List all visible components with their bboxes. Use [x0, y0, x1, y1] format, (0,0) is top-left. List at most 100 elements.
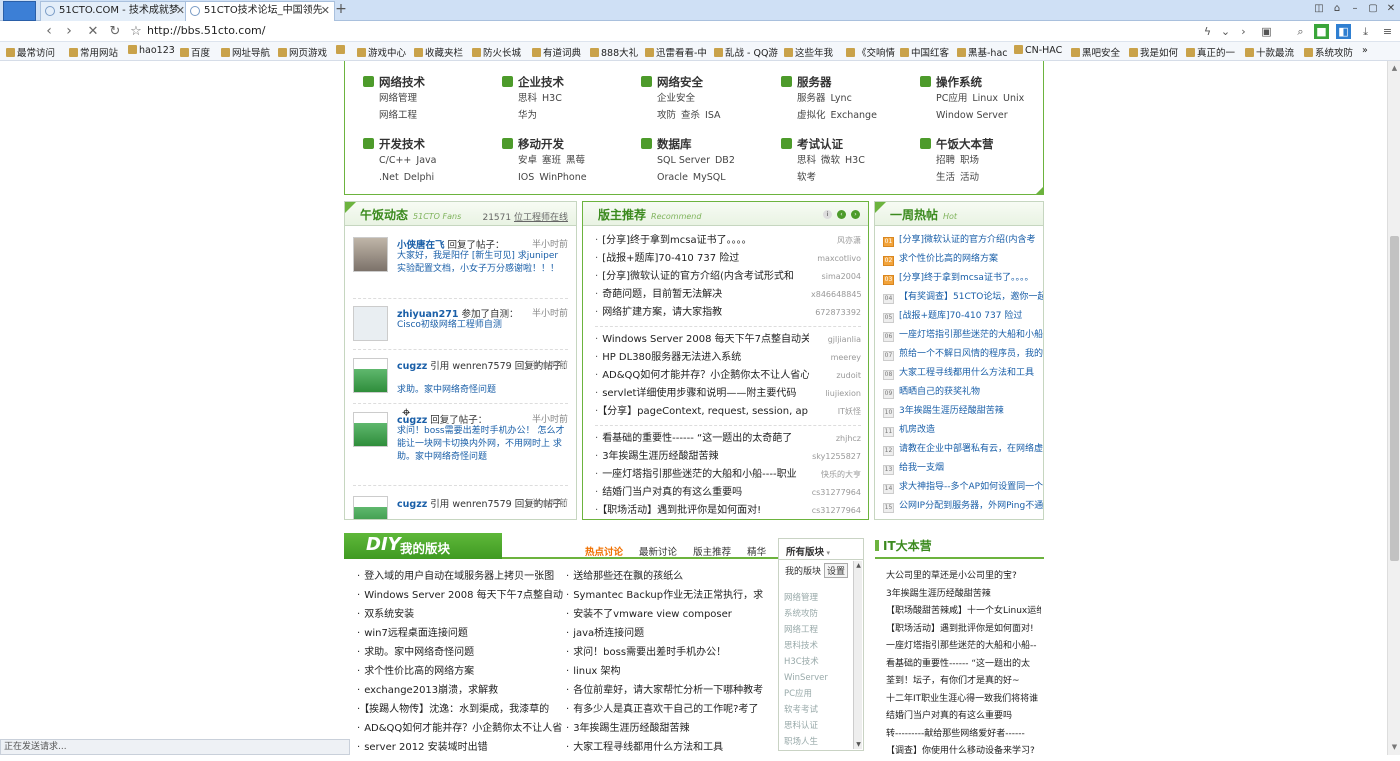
all-boards-dropdown[interactable]: 所有版块 ▾	[778, 538, 864, 559]
bookmark-item[interactable]: 网址导航	[221, 45, 270, 59]
flash-icon[interactable]: ϟ	[1200, 24, 1215, 39]
avatar[interactable]	[353, 496, 388, 519]
list-item[interactable]: 大家工程寻线都用什么方法和工具	[566, 738, 776, 757]
list-item[interactable]: 十二年IT职业生涯心得一致我们将将谁	[886, 691, 1041, 709]
board-item[interactable]: 思科认证	[784, 718, 846, 734]
tab-essence[interactable]: 精华	[747, 547, 766, 558]
list-item[interactable]: 送给那些还在飘的孩纸么	[566, 567, 776, 586]
scroll-down-icon[interactable]: ▼	[854, 740, 863, 749]
download-icon[interactable]: ⤓	[1358, 24, 1373, 39]
list-item[interactable]: 09 晒晒自己的获奖礼物	[883, 383, 1043, 402]
list-item[interactable]: 13 给我一支烟	[883, 459, 1043, 478]
bookmark-item[interactable]: 游戏中心	[357, 45, 406, 59]
list-item[interactable]: 01 [分享]微软认证的官方介绍(内含考	[883, 231, 1043, 250]
tab-group-button[interactable]	[3, 1, 36, 21]
minimize-icon[interactable]: –	[1346, 1, 1364, 17]
list-item[interactable]: 【分享】pageContext, request, session, apIT妖…	[595, 403, 861, 421]
page-scrollbar[interactable]: ▲ ▼	[1387, 61, 1400, 755]
list-item[interactable]: AD&QQ如何才能并存？小企鹅你太不让人省心了zudoit	[595, 367, 861, 385]
list-item[interactable]: 看基础的重要性------ “这一题出的太	[886, 656, 1041, 674]
prev-icon[interactable]: ‹	[837, 210, 846, 219]
bookmark-item[interactable]: 百度	[180, 45, 210, 59]
list-item[interactable]: 10 3年挨踢生涯历经酸甜苦辣	[883, 402, 1043, 421]
star-icon[interactable]: ☆	[127, 23, 145, 41]
back-icon[interactable]: ‹	[40, 23, 58, 41]
tab-latest[interactable]: 最新讨论	[639, 547, 677, 558]
list-item[interactable]: server 2012 安装域时出错	[357, 738, 567, 757]
list-item[interactable]: 08 大家工程寻线都用什么方法和工具	[883, 364, 1043, 383]
list-item[interactable]: 15 公网IP分配到服务器，外网Ping不通	[883, 497, 1043, 516]
list-item[interactable]: 结婚门当户对真的有这么重要吗cs31277964	[595, 484, 861, 502]
bookmark-item[interactable]: 888大礼	[590, 45, 638, 59]
list-item[interactable]: 07 煎给一个不解日风情的程序员，我的	[883, 345, 1043, 364]
bookmark-item[interactable]: 网页游戏	[278, 45, 327, 59]
maximize-icon[interactable]: ▢	[1364, 1, 1382, 17]
list-item[interactable]: 登入域的用户自动在域服务器上拷贝一张图	[357, 567, 567, 586]
new-tab-button[interactable]: +	[333, 2, 349, 19]
bookmark-item[interactable]: CN-HAC	[1014, 45, 1062, 56]
list-item[interactable]: 安装不了vmware view composer	[566, 605, 776, 624]
board-item[interactable]: 网络管理	[784, 590, 846, 606]
bookmark-item[interactable]: hao123	[128, 45, 175, 56]
avatar[interactable]	[353, 358, 388, 393]
list-item[interactable]: java桥连接问题	[566, 624, 776, 643]
forward-icon[interactable]: ›	[60, 23, 78, 41]
list-item[interactable]: 转---------献给那些网络爱好者------	[886, 726, 1041, 744]
list-item[interactable]: 3年挨踢生涯历经酸甜苦辣	[886, 586, 1041, 604]
list-item[interactable]: [战报+题库]70-410 737 险过maxcotlivo	[595, 250, 861, 268]
search-engine-icon[interactable]: ▣	[1259, 24, 1274, 39]
bookmark-item[interactable]: 防火长城	[472, 45, 521, 59]
list-item[interactable]: AD&QQ如何才能并存？小企鹅你太不让人省	[357, 719, 567, 738]
list-item[interactable]: 求问！boss需要出差时手机办公！	[566, 643, 776, 662]
bookmark-item[interactable]: 乱战 - QQ游	[714, 45, 778, 59]
board-item[interactable]: WinServer	[784, 670, 846, 686]
list-item[interactable]: win7远程桌面连接问题	[357, 624, 567, 643]
sidebar-icon[interactable]: ◧	[1336, 24, 1351, 39]
list-item[interactable]: 05 [战报+题库]70-410 737 险过	[883, 307, 1043, 326]
list-item[interactable]: 结婚门当户对真的有这么重要吗	[886, 708, 1041, 726]
board-item[interactable]: H3C技术	[784, 654, 846, 670]
list-item[interactable]: 荃到！坛子，有你们才是真的好~	[886, 673, 1041, 691]
board-item[interactable]: PC应用	[784, 686, 846, 702]
scroll-up-icon[interactable]: ▲	[854, 561, 863, 570]
tab-51cto-bbs[interactable]: 51CTO技术论坛_中国领先 ✕	[185, 1, 335, 21]
list-item[interactable]: 求个性价比高的网络方案	[357, 662, 567, 681]
refresh-icon[interactable]: ↻	[106, 23, 124, 41]
list-item[interactable]: HP DL380服务器无法进入系统meerey	[595, 349, 861, 367]
list-item[interactable]: 06 一座灯塔指引那些迷茫的大船和小船	[883, 326, 1043, 345]
bookmark-item[interactable]: 十款最流	[1245, 45, 1294, 59]
bookmark-item[interactable]: 有道词典	[532, 45, 581, 59]
list-item[interactable]: 3年挨踢生涯历经酸甜苦辣sky1255827	[595, 448, 861, 466]
bookmark-item[interactable]: 这些年我	[784, 45, 833, 59]
next-icon[interactable]: ›	[1236, 24, 1251, 39]
close-icon[interactable]: ✕	[176, 2, 185, 20]
stop-icon[interactable]: ✕	[84, 23, 102, 41]
panel-scrollbar[interactable]: ▲ ▼	[853, 561, 862, 749]
list-item[interactable]: 04 【有奖调查】51CTO论坛，邀你一起	[883, 288, 1043, 307]
shirt-icon[interactable]: ⌂	[1328, 1, 1346, 17]
bookmark-item[interactable]: 《交响情	[846, 45, 895, 59]
bookmark-item[interactable]: 中国红客	[900, 45, 949, 59]
list-item[interactable]: 各位前辈好，请大家帮忙分析一下哪种教考	[566, 681, 776, 700]
avatar[interactable]	[353, 412, 388, 447]
list-item[interactable]: 02 求个性价比高的网络方案	[883, 250, 1043, 269]
avatar[interactable]	[353, 237, 388, 272]
list-item[interactable]: 有多少人是真正喜欢干自己的工作呢?考了	[566, 700, 776, 719]
bookmark-item[interactable]: 黑基-hac	[957, 45, 1008, 59]
list-item[interactable]: 12 请教在企业中部署私有云，在网络虚	[883, 440, 1043, 459]
list-item[interactable]: 网络扩建方案，请大家指教672873392	[595, 304, 861, 322]
bookmark-item[interactable]: 常用网站	[69, 45, 118, 59]
list-item[interactable]: 03 [分享]终于拿到mcsa证书了。。。。	[883, 269, 1043, 288]
list-item[interactable]: 14 求大神指导--多个AP如何设置同一个	[883, 478, 1043, 497]
board-item[interactable]: 网络工程	[784, 622, 846, 638]
board-item[interactable]: 系统攻防	[784, 606, 846, 622]
list-item[interactable]: 一座灯塔指引那些迷茫的大船和小船----职业快乐的大亨	[595, 466, 861, 484]
board-item[interactable]: 思科技术	[784, 638, 846, 654]
board-item[interactable]: 职场人生	[784, 734, 846, 750]
list-item[interactable]: Windows Server 2008 每天下午7点整自动关机gjljianli…	[595, 331, 861, 349]
list-item[interactable]: 【职场酸甜苦辣咸】十一个女Linux运维	[886, 603, 1041, 621]
scroll-up-icon[interactable]: ▲	[1389, 63, 1400, 74]
list-item[interactable]: 【调查】你使用什么移动设备来学习?	[886, 743, 1041, 761]
list-item[interactable]: 【职场活动】遇到批评你是如何面对!	[886, 621, 1041, 639]
settings-button[interactable]: 设置	[824, 563, 849, 578]
